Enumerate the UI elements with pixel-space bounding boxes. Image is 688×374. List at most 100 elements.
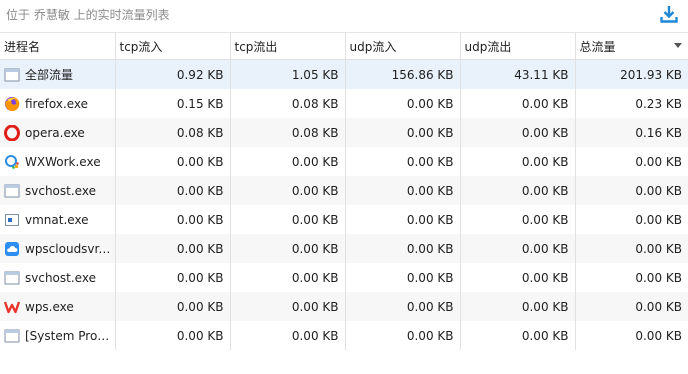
column-header-udp-in[interactable]: udp流入 — [345, 32, 461, 60]
tcp-out-cell: 0.00 KB — [230, 176, 346, 205]
opera-icon — [4, 124, 20, 141]
table-row[interactable]: [System Proc... 0.00 KB 0.00 KB 0.00 KB 0.00… — [0, 321, 688, 350]
window-icon — [4, 183, 20, 199]
process-name-label: svchost.exe — [25, 183, 96, 198]
process-name-label: WXWork.exe — [25, 154, 101, 169]
tcp-in-cell: 0.00 KB — [115, 234, 231, 263]
udp-in-cell: 0.00 KB — [345, 321, 461, 350]
table-row[interactable]: opera.exe 0.08 KB 0.08 KB 0.00 KB 0.00 KB 0.1… — [0, 118, 688, 147]
tcp-out-cell: 0.08 KB — [230, 89, 346, 118]
process-name-label: [System Proc... — [25, 328, 111, 343]
udp-out-cell: 0.00 KB — [460, 234, 576, 263]
udp-out-cell: 0.00 KB — [460, 118, 576, 147]
process-name-label: wps.exe — [25, 299, 74, 314]
total-cell: 0.00 KB — [635, 212, 682, 227]
tcp-in-cell: 0.00 KB — [115, 176, 231, 205]
total-cell: 0.00 KB — [635, 154, 682, 169]
udp-in-cell: 0.00 KB — [345, 89, 461, 118]
total-cell: 0.23 KB — [635, 96, 682, 111]
process-name-cell: wps.exe — [0, 292, 116, 321]
process-name-cell: vmnat.exe — [0, 205, 116, 234]
udp-out-cell: 0.00 KB — [460, 176, 576, 205]
process-name-cell: wpscloudsvr.... — [0, 234, 116, 263]
process-name-label: firefox.exe — [25, 96, 89, 111]
process-name-label: svchost.exe — [25, 270, 96, 285]
table-row[interactable]: firefox.exe 0.15 KB 0.08 KB 0.00 KB 0.00 KB 0… — [0, 89, 688, 118]
tcp-out-cell: 0.00 KB — [230, 321, 346, 350]
column-header-total-label: 总流量 — [579, 39, 616, 54]
traffic-table: 进程名 tcp流入 tcp流出 udp流入 udp流出 总流量 全部流量 0.92… — [0, 32, 688, 350]
process-name-cell: WXWork.exe — [0, 147, 116, 176]
tcp-out-cell: 0.00 KB — [230, 147, 346, 176]
tcp-in-cell: 0.00 KB — [115, 292, 231, 321]
udp-in-cell: 0.00 KB — [345, 263, 461, 292]
top-bar: 位于 乔慧敏 上的实时流量列表 — [0, 0, 688, 32]
column-header-total[interactable]: 总流量 — [575, 32, 688, 60]
process-name-cell: opera.exe — [0, 118, 116, 147]
window-icon — [4, 328, 20, 344]
udp-in-cell: 156.86 KB — [345, 59, 461, 89]
table-row[interactable]: svchost.exe 0.00 KB 0.00 KB 0.00 KB 0.00 KB 0… — [0, 176, 688, 205]
tcp-out-cell: 0.00 KB — [230, 234, 346, 263]
window-icon — [4, 270, 20, 286]
udp-in-cell: 0.00 KB — [345, 205, 461, 234]
total-cell: 0.00 KB — [635, 328, 682, 343]
udp-out-cell: 0.00 KB — [460, 205, 576, 234]
column-header-process-name[interactable]: 进程名 — [0, 32, 116, 60]
process-name-cell: firefox.exe — [0, 89, 116, 118]
process-name-cell: svchost.exe — [0, 263, 116, 292]
tcp-out-cell: 0.00 KB — [230, 205, 346, 234]
process-name-cell: svchost.exe — [0, 176, 116, 205]
total-cell: 0.00 KB — [635, 270, 682, 285]
total-cell: 0.00 KB — [575, 292, 688, 321]
udp-out-cell: 0.00 KB — [460, 89, 576, 118]
tcp-out-cell: 1.05 KB — [230, 59, 346, 89]
udp-in-cell: 0.00 KB — [345, 292, 461, 321]
tcp-out-cell: 0.08 KB — [230, 118, 346, 147]
window-icon — [4, 67, 20, 83]
udp-out-cell: 0.00 KB — [460, 263, 576, 292]
tcp-in-cell: 0.00 KB — [115, 147, 231, 176]
tcp-in-cell: 0.00 KB — [115, 205, 231, 234]
tcp-out-cell: 0.00 KB — [230, 263, 346, 292]
table-row[interactable]: wpscloudsvr.... 0.00 KB 0.00 KB 0.00 KB 0.00… — [0, 234, 688, 263]
column-header-udp-out[interactable]: udp流出 — [460, 32, 576, 60]
udp-out-cell: 43.11 KB — [460, 59, 576, 89]
total-cell: 0.00 KB — [575, 176, 688, 205]
udp-in-cell: 0.00 KB — [345, 234, 461, 263]
vmnat-icon — [4, 212, 20, 228]
tcp-in-cell: 0.00 KB — [115, 321, 231, 350]
table-row-all-traffic[interactable]: 全部流量 0.92 KB 1.05 KB 156.86 KB 43.11 KB 201.9… — [0, 59, 688, 89]
udp-in-cell: 0.00 KB — [345, 118, 461, 147]
column-header-tcp-in[interactable]: tcp流入 — [115, 32, 231, 60]
cloud-icon — [4, 241, 20, 257]
table-row[interactable]: wps.exe 0.00 KB 0.00 KB 0.00 KB 0.00 KB 0.00 … — [0, 292, 688, 321]
process-name-label: 全部流量 — [25, 68, 74, 82]
process-name-cell: [System Proc... — [0, 321, 116, 350]
udp-in-cell: 0.00 KB — [345, 147, 461, 176]
table-row[interactable]: vmnat.exe 0.00 KB 0.00 KB 0.00 KB 0.00 KB 0.0… — [0, 205, 688, 234]
wxwork-icon — [4, 154, 20, 170]
page-title: 位于 乔慧敏 上的实时流量列表 — [6, 8, 170, 22]
wps-icon — [4, 299, 20, 315]
tcp-in-cell: 0.92 KB — [115, 59, 231, 89]
tcp-in-cell: 0.08 KB — [115, 118, 231, 147]
total-cell: 0.00 KB — [575, 234, 688, 263]
tcp-in-cell: 0.00 KB — [115, 263, 231, 292]
process-name-cell: 全部流量 — [0, 59, 116, 89]
tcp-out-cell: 0.00 KB — [230, 292, 346, 321]
firefox-icon — [4, 96, 20, 112]
process-name-label: vmnat.exe — [25, 212, 89, 227]
table-row[interactable]: svchost.exe 0.00 KB 0.00 KB 0.00 KB 0.00 KB 0… — [0, 263, 688, 292]
sort-descending-icon — [674, 43, 682, 48]
tcp-in-cell: 0.15 KB — [115, 89, 231, 118]
udp-out-cell: 0.00 KB — [460, 147, 576, 176]
total-cell: 0.16 KB — [575, 118, 688, 147]
table-row[interactable]: WXWork.exe 0.00 KB 0.00 KB 0.00 KB 0.00 KB 0.… — [0, 147, 688, 176]
process-name-label: wpscloudsvr.... — [25, 241, 111, 256]
total-cell: 201.93 KB — [575, 59, 688, 89]
column-header-tcp-out[interactable]: tcp流出 — [230, 32, 346, 60]
table-header-row: 进程名 tcp流入 tcp流出 udp流入 udp流出 总流量 — [0, 32, 688, 60]
download-icon[interactable] — [658, 3, 680, 25]
udp-out-cell: 0.00 KB — [460, 321, 576, 350]
